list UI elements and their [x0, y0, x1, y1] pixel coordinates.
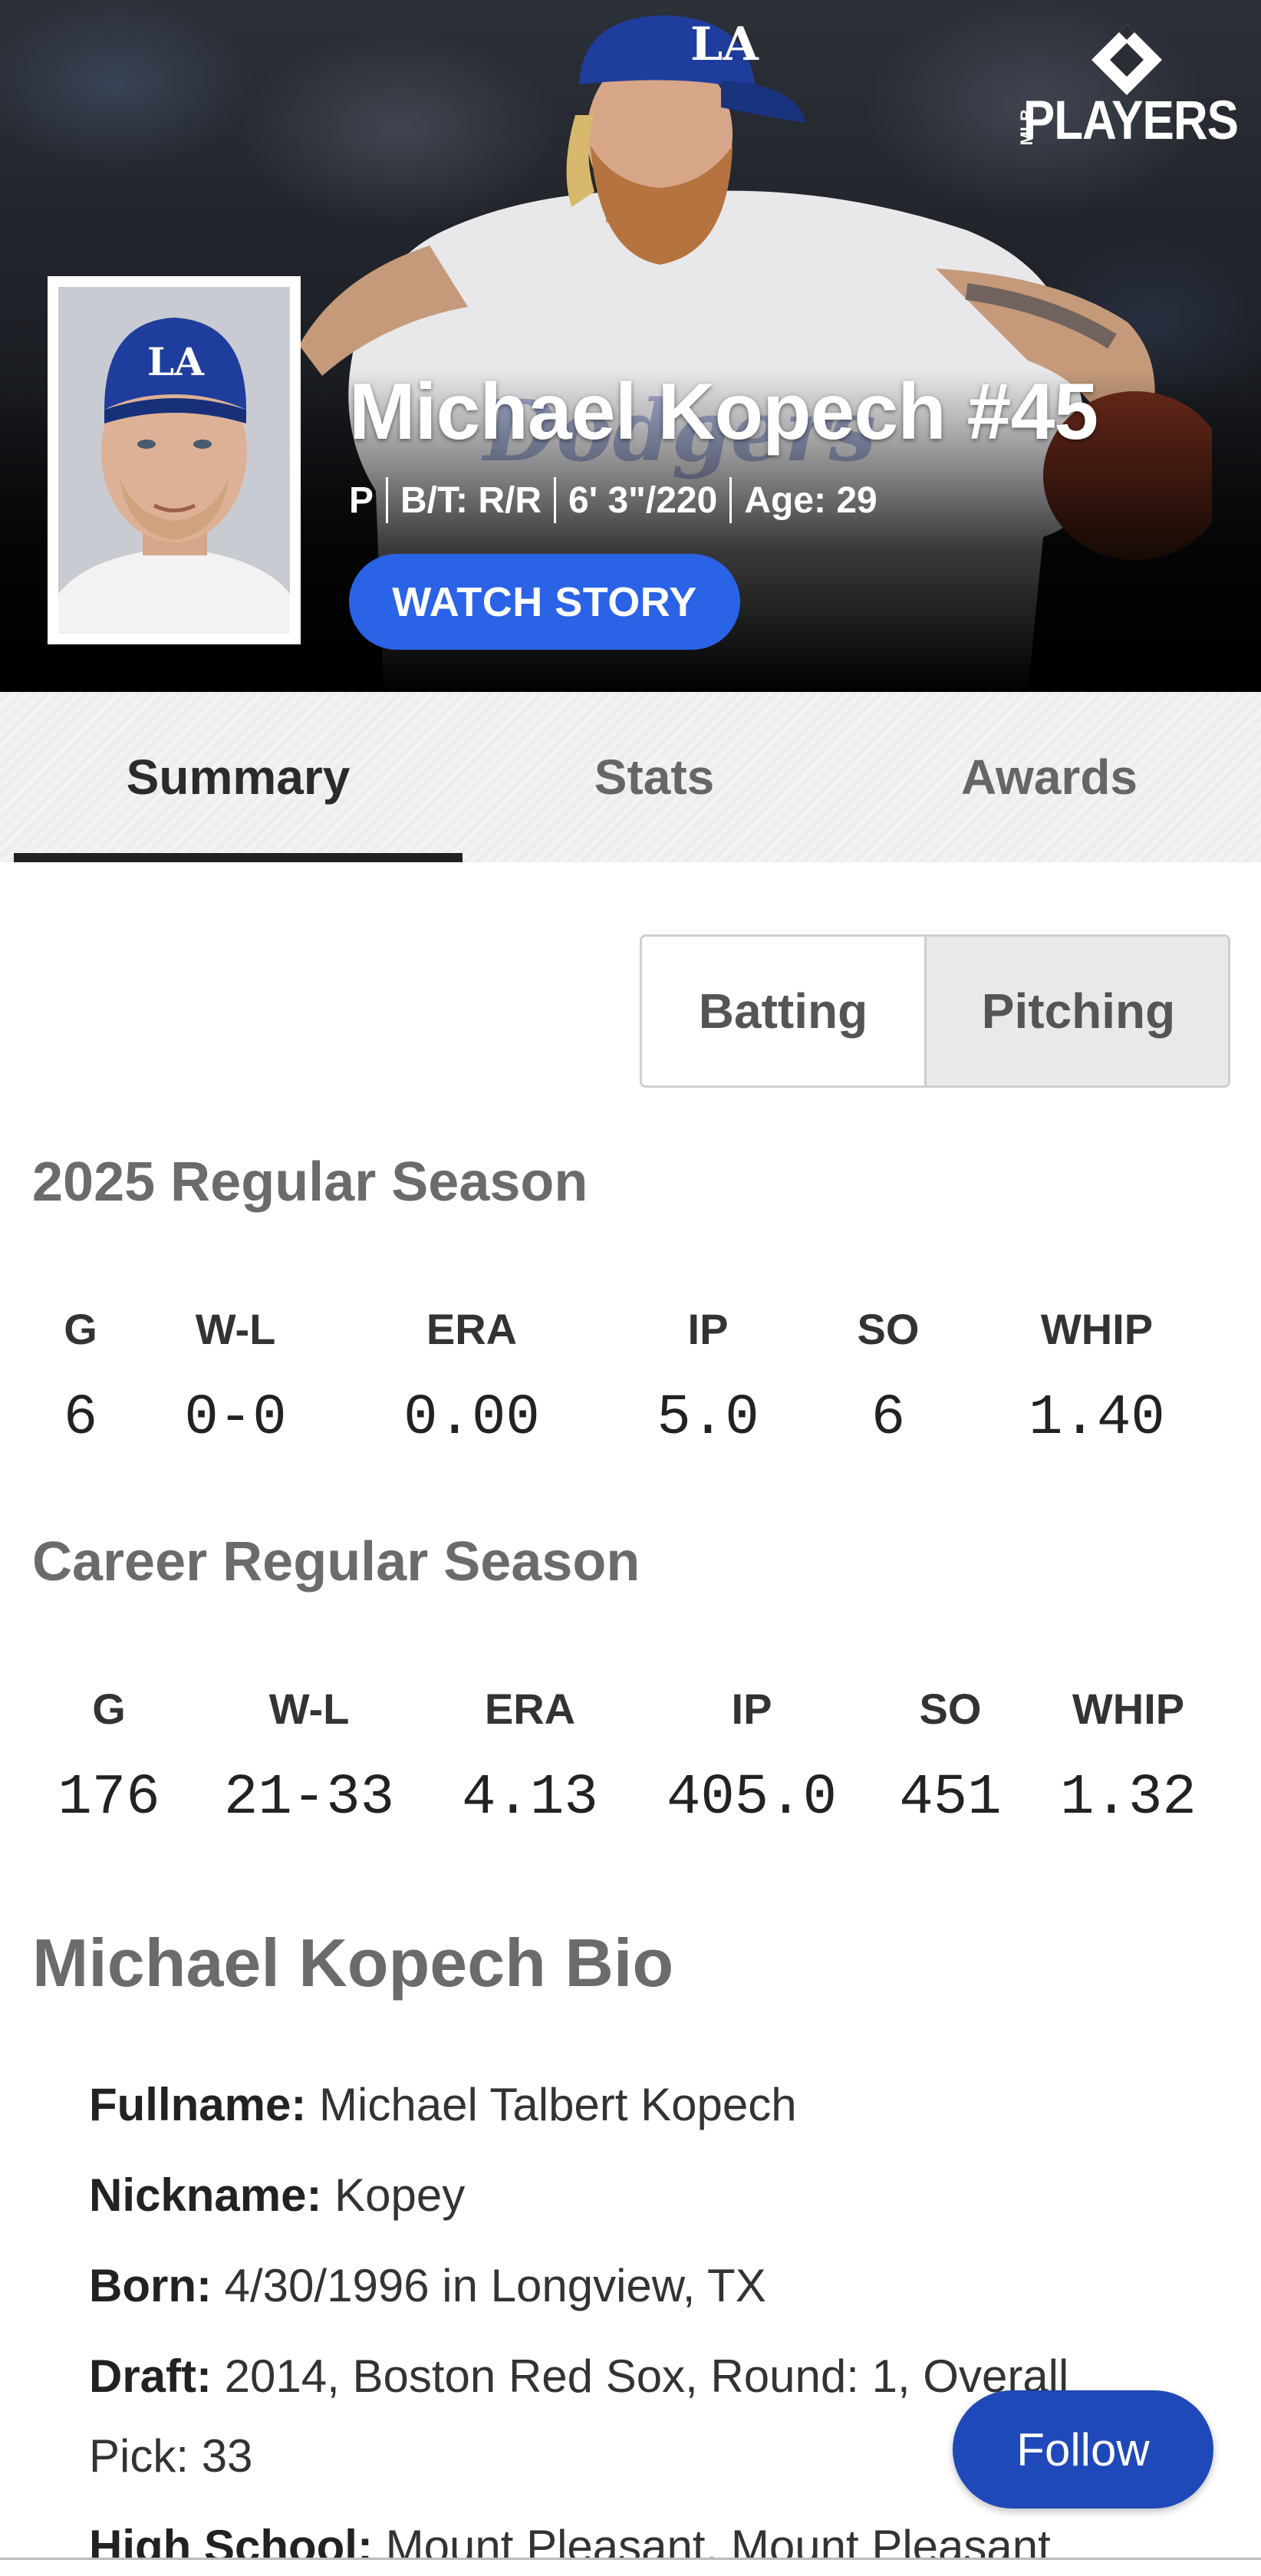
bio-value: 2014, Boston Red Sox, Round: 1, Overall …	[89, 2350, 1069, 2482]
meta-divider	[386, 477, 389, 523]
bio-value: Kopey	[334, 2169, 466, 2221]
bottom-divider	[0, 2558, 1261, 2560]
stat-label: IP	[731, 1685, 772, 1733]
season-stat-so: SO 6	[789, 1304, 988, 1451]
watch-story-button[interactable]: WATCH STORY	[349, 554, 740, 650]
stat-value: 451	[899, 1766, 1002, 1830]
follow-button[interactable]: Follow	[953, 2390, 1213, 2508]
mlb-players-logo[interactable]: MLB PLAYERS	[1000, 21, 1239, 152]
bio-label: Draft:	[89, 2350, 212, 2402]
career-stat-ip: IP 405.0	[652, 1684, 851, 1830]
bio-title: Michael Kopech Bio	[32, 1925, 674, 2001]
player-name: Michael Kopech #45	[349, 367, 1098, 456]
season-stat-wl: W-L 0-0	[136, 1304, 335, 1451]
player-position: P	[349, 479, 374, 521]
bio-born: Born: 4/30/1996 in Longview, TX	[89, 2246, 1178, 2326]
pitching-toggle-button[interactable]: Pitching	[927, 937, 1228, 1085]
player-meta: P B/T: R/R 6' 3"/220 Age: 29	[349, 477, 877, 523]
svg-text:LA: LA	[690, 18, 759, 71]
stat-value: 0-0	[184, 1386, 287, 1451]
career-stat-whip: WHIP 1.32	[1029, 1684, 1228, 1830]
active-tab-indicator	[14, 853, 463, 862]
svg-text:LA: LA	[147, 339, 205, 384]
stat-label: W-L	[195, 1305, 276, 1353]
stat-value: 176	[58, 1766, 160, 1830]
bio-fullname: Fullname: Michael Talbert Kopech	[89, 2065, 1178, 2145]
tab-summary[interactable]: Summary	[14, 692, 463, 862]
stat-label: WHIP	[1040, 1305, 1154, 1353]
player-bats-throws: B/T: R/R	[400, 479, 542, 521]
stat-label: SO	[919, 1685, 982, 1733]
bio-value: 4/30/1996 in Longview, TX	[224, 2260, 766, 2311]
stat-value: 0.00	[403, 1386, 540, 1451]
player-headshot: LA	[48, 276, 301, 644]
season-stat-whip: WHIP 1.40	[997, 1304, 1197, 1451]
batting-toggle-button[interactable]: Batting	[642, 937, 927, 1085]
stat-label: IP	[687, 1305, 729, 1353]
meta-divider	[554, 477, 556, 523]
bio-label: Born:	[89, 2260, 212, 2311]
career-stats-title: Career Regular Season	[32, 1531, 640, 1593]
season-stat-era: ERA 0.00	[372, 1304, 571, 1451]
career-stat-g: G 176	[9, 1684, 209, 1830]
career-stat-era: ERA 4.13	[430, 1684, 630, 1830]
stat-value: 1.40	[1029, 1386, 1165, 1451]
players-wordmark: PLAYERS	[1022, 90, 1239, 151]
hero-banner: LA Dodgers MLB PLAYERS LA	[0, 0, 1261, 692]
batting-pitching-toggle: Batting Pitching	[640, 934, 1230, 1088]
tab-stats[interactable]: Stats	[463, 692, 846, 862]
player-height-weight: 6' 3"/220	[568, 479, 718, 521]
stat-value: 1.32	[1060, 1766, 1197, 1830]
bio-nickname: Nickname: Kopey	[89, 2156, 1178, 2235]
bio-value: Michael Talbert Kopech	[319, 2079, 797, 2130]
stat-value: 21-33	[223, 1766, 395, 1830]
stat-value: 405.0	[666, 1766, 838, 1830]
career-stat-wl: W-L 21-33	[209, 1684, 409, 1830]
season-stats-title: 2025 Regular Season	[32, 1151, 588, 1213]
stat-label: G	[92, 1685, 126, 1733]
stat-value: 4.13	[462, 1766, 598, 1830]
meta-divider	[729, 477, 733, 523]
stat-value: 5.0	[657, 1386, 759, 1451]
stat-label: WHIP	[1072, 1685, 1185, 1733]
bio-high-school: High School: Mount Pleasant, Mount Pleas…	[89, 2507, 1178, 2558]
stat-label: ERA	[426, 1305, 518, 1353]
bio-value: Mount Pleasant, Mount Pleasant	[385, 2521, 1051, 2558]
diamond-logo-icon	[1091, 25, 1162, 95]
career-stat-so: SO 451	[851, 1684, 1050, 1830]
stat-label: ERA	[484, 1685, 576, 1733]
bio-label: Fullname:	[89, 2079, 307, 2130]
season-stat-ip: IP 5.0	[608, 1304, 808, 1451]
player-age: Age: 29	[744, 479, 877, 521]
tab-awards[interactable]: Awards	[846, 692, 1253, 862]
stat-label: W-L	[268, 1685, 350, 1733]
stat-label: SO	[857, 1305, 920, 1353]
bio-label: Nickname:	[89, 2169, 322, 2221]
stat-value: 6	[871, 1386, 906, 1451]
tab-bar: Summary Stats Awards	[0, 692, 1261, 862]
bio-label: High School:	[89, 2521, 373, 2558]
headshot-image: LA	[58, 287, 290, 634]
